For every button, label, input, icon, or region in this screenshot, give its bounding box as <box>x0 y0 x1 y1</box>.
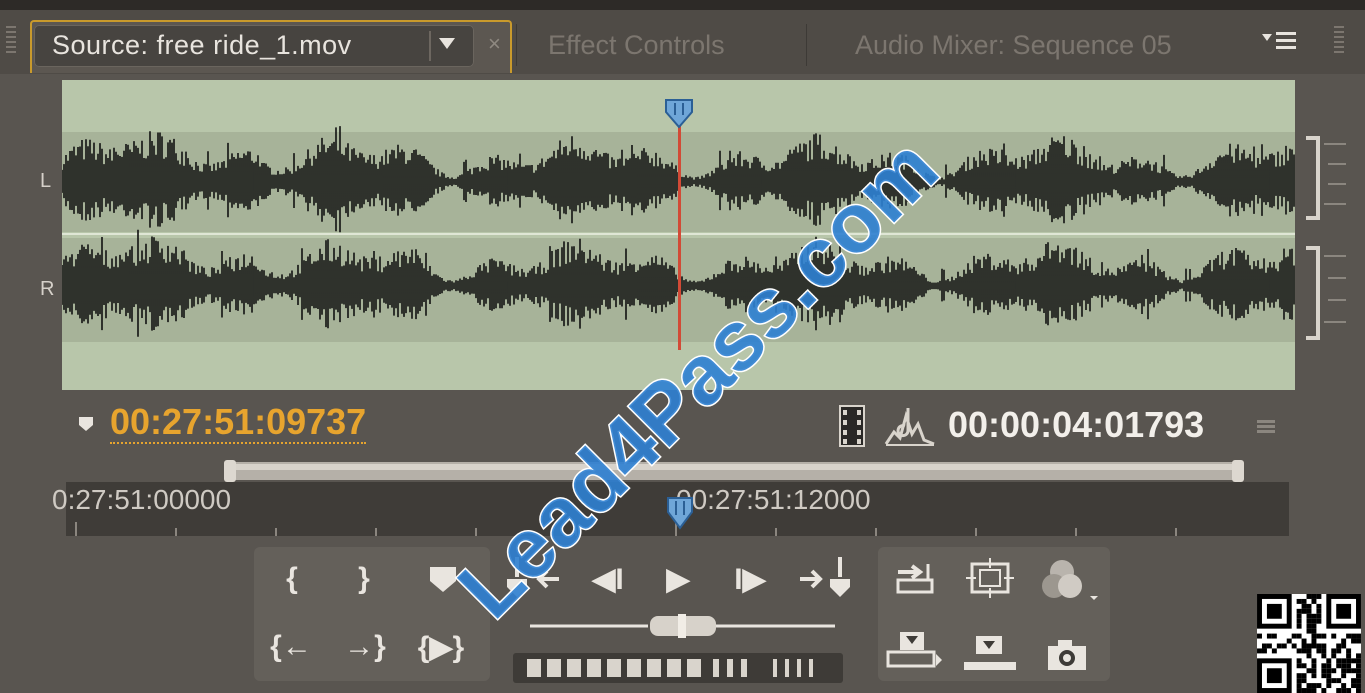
mark-in-button[interactable]: { <box>274 562 310 596</box>
play-button[interactable]: ▶ <box>660 562 696 597</box>
shuttle-control[interactable] <box>513 653 843 683</box>
output-icon[interactable] <box>1040 556 1100 604</box>
qr-code-icon <box>1257 594 1361 693</box>
grip-icon[interactable] <box>1255 418 1277 434</box>
channel-label-right: R <box>40 278 55 300</box>
current-timecode[interactable]: 00:27:51:09737 <box>110 402 367 444</box>
play-in-to-out-button[interactable]: {▶} <box>410 630 472 665</box>
go-to-in-button[interactable]: {← <box>266 630 316 664</box>
channel-label-left: L <box>40 170 52 192</box>
duration-timecode: 00:00:04:01793 <box>948 404 1205 445</box>
tab-audio-mixer[interactable]: Audio Mixer: Sequence 05 <box>855 30 1172 61</box>
ruler-playhead-icon[interactable] <box>664 496 696 530</box>
ruler-label-start: 0:27:51:00000 <box>52 484 232 515</box>
mark-out-button[interactable]: } <box>346 562 382 596</box>
close-icon[interactable]: × <box>488 31 501 57</box>
jog-slider[interactable] <box>530 612 835 638</box>
step-forward-button[interactable]: I▶ <box>728 562 772 597</box>
marker-icon[interactable] <box>78 416 94 432</box>
go-to-in-icon[interactable] <box>503 555 563 599</box>
panel-menu-icon[interactable] <box>1262 30 1302 56</box>
panel-top-edge <box>0 0 1365 10</box>
lift-icon[interactable] <box>962 634 1018 674</box>
chevron-down-icon[interactable] <box>439 38 455 49</box>
panel-menu-line <box>1276 32 1296 35</box>
safe-margins-icon[interactable] <box>966 558 1014 598</box>
add-marker-icon[interactable] <box>428 565 458 593</box>
source-tab-title: Source: free ride_1.mov <box>52 30 352 60</box>
overwrite-icon[interactable] <box>886 630 944 672</box>
panel-menu-line <box>1276 46 1296 49</box>
drag-video-only-icon[interactable] <box>838 404 866 448</box>
panel-menu-arrow <box>1262 34 1272 41</box>
drag-audio-only-icon[interactable] <box>884 404 936 448</box>
insert-icon[interactable] <box>894 560 938 596</box>
playhead-handle-icon[interactable] <box>663 97 695 129</box>
panel-grip-icon[interactable] <box>6 26 16 56</box>
tab-divider <box>516 24 517 66</box>
zoom-scroll-bar[interactable] <box>224 458 1244 484</box>
panel-grip-icon[interactable] <box>1334 26 1344 56</box>
tab-divider <box>806 24 807 66</box>
go-to-out-icon[interactable] <box>798 555 854 599</box>
go-to-out-button[interactable]: →} <box>340 630 390 664</box>
tab-effect-controls[interactable]: Effect Controls <box>548 30 725 61</box>
step-back-button[interactable]: ◀I <box>586 562 630 597</box>
playhead-line[interactable] <box>678 118 681 350</box>
ruler-label-mid: 00:27:51:12000 <box>676 484 871 515</box>
audio-level-meter[interactable] <box>1298 130 1348 345</box>
camera-icon[interactable] <box>1046 638 1088 672</box>
source-menu-divider <box>429 31 431 61</box>
panel-menu-line <box>1276 39 1296 42</box>
